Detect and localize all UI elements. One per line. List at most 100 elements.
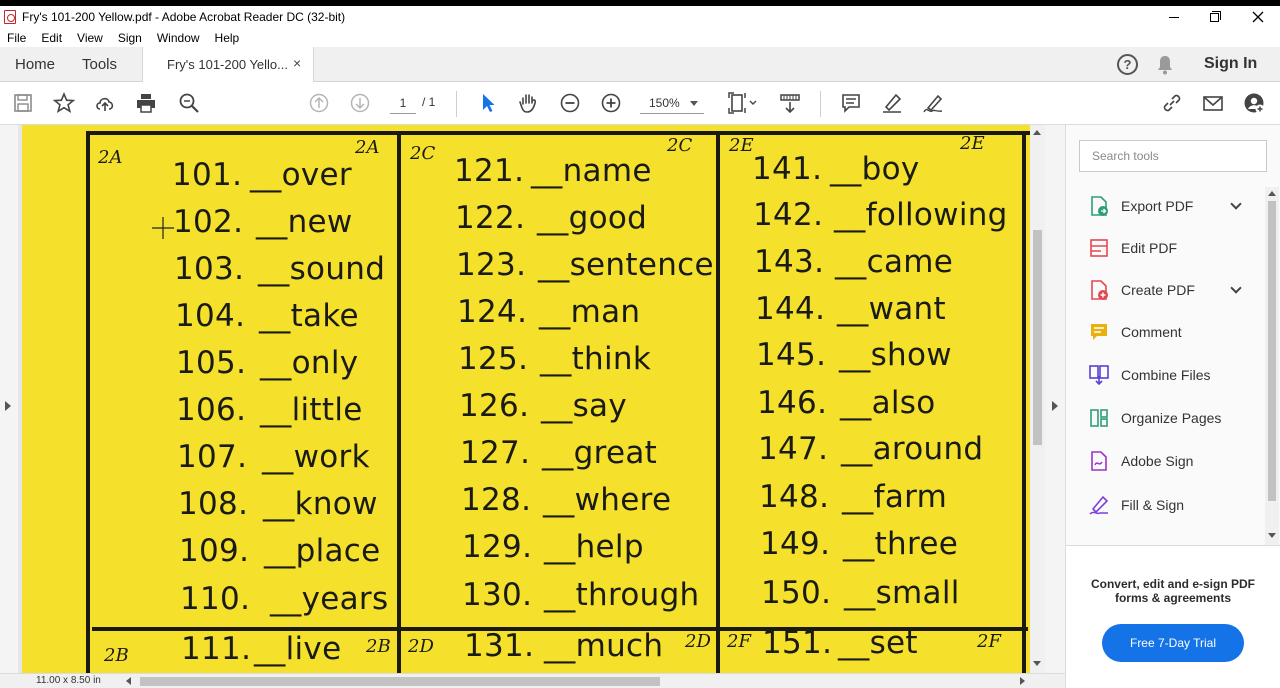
previous-page-button[interactable]	[307, 91, 331, 115]
scroll-down-arrow-icon[interactable]	[1268, 533, 1276, 538]
right-panel-toggle[interactable]	[1045, 125, 1065, 673]
cloud-upload-icon	[96, 97, 114, 111]
scroll-up-arrow-icon[interactable]	[1268, 191, 1276, 196]
menu-view[interactable]: View	[77, 31, 103, 45]
word-number: 105.	[176, 345, 247, 381]
left-panel-toggle[interactable]	[0, 125, 18, 673]
adobe-sign-icon	[1091, 451, 1107, 471]
tools-scrollbar[interactable]	[1265, 187, 1279, 545]
save-button[interactable]	[11, 91, 35, 115]
close-tab-button[interactable]: ×	[293, 55, 301, 71]
sight-word: __boy	[830, 151, 920, 187]
sight-word: __live	[254, 631, 342, 667]
sight-word: __work	[262, 439, 370, 475]
comment-button[interactable]	[839, 91, 863, 115]
section-code: 2D	[685, 631, 711, 652]
sight-word: __around	[841, 431, 984, 467]
select-tool-button[interactable]	[476, 91, 500, 115]
menu-sign[interactable]: Sign	[118, 31, 142, 45]
section-code: 2E	[960, 133, 985, 154]
zoom-level-select[interactable]: 150%	[640, 92, 704, 114]
section-code: 2B	[366, 636, 391, 657]
window-title: Fry's 101-200 Yellow.pdf - Adobe Acrobat…	[22, 10, 346, 24]
highlight-button[interactable]	[880, 91, 904, 115]
next-page-button[interactable]	[348, 91, 372, 115]
sight-word: __came	[835, 244, 954, 280]
pdf-page[interactable]: 2A 2A 2C 2C 2E 2E 2B 2B 2D 2D 2F 2F 101.…	[22, 125, 1030, 673]
sign-in-button[interactable]: Sign In	[1204, 55, 1257, 73]
sight-word: __sentence	[538, 247, 714, 283]
page-display-button[interactable]	[727, 91, 759, 115]
menu-file[interactable]: File	[7, 31, 26, 45]
maximize-button[interactable]	[1192, 6, 1236, 28]
menu-edit[interactable]: Edit	[41, 31, 62, 45]
sight-word: __farm	[842, 479, 948, 515]
scroll-down-arrow-icon[interactable]	[1033, 661, 1041, 666]
chevron-down-icon[interactable]	[1230, 282, 1242, 294]
tab-document[interactable]: Fry's 101-200 Yello... ×	[142, 47, 314, 82]
bookmark-button[interactable]	[52, 91, 76, 115]
trial-promo: Convert, edit and e-sign PDF forms & agr…	[1066, 545, 1280, 688]
word-number: 106.	[176, 392, 247, 428]
scroll-up-arrow-icon[interactable]	[1033, 130, 1041, 135]
hand-tool-button[interactable]	[516, 91, 540, 115]
scrollbar-thumb[interactable]	[1033, 230, 1042, 445]
minimize-button[interactable]	[1152, 6, 1196, 28]
tool-export-pdf[interactable]: Export PDF	[1088, 193, 1263, 219]
scroll-right-arrow-icon[interactable]	[1020, 677, 1025, 685]
find-button[interactable]	[177, 91, 201, 115]
sight-word: __years	[270, 581, 389, 617]
scrollbar-thumb[interactable]	[1268, 201, 1276, 501]
tool-comment[interactable]: Comment	[1088, 319, 1263, 345]
combine-files-icon	[1089, 365, 1109, 386]
notification-bell-icon[interactable]	[1156, 55, 1174, 75]
sight-word: __new	[256, 204, 353, 240]
star-icon	[53, 92, 75, 114]
tool-edit-pdf[interactable]: Edit PDF	[1088, 235, 1263, 261]
zoom-out-button[interactable]	[558, 91, 582, 115]
tab-home[interactable]: Home	[15, 56, 55, 73]
tab-tools[interactable]: Tools	[82, 56, 117, 73]
scroll-mode-button[interactable]	[778, 91, 802, 115]
share-link-button[interactable]	[1160, 91, 1184, 115]
tool-label: Combine Files	[1121, 367, 1211, 383]
sight-word: __small	[844, 575, 960, 611]
sight-word: __man	[539, 294, 641, 330]
scroll-left-arrow-icon[interactable]	[126, 677, 131, 685]
page-number-input[interactable]: 1	[390, 92, 416, 114]
tool-organize-pages[interactable]: Organize Pages	[1088, 405, 1263, 431]
email-button[interactable]	[1201, 91, 1225, 115]
share-user-button[interactable]	[1242, 91, 1266, 115]
section-code: 2E	[729, 135, 754, 156]
sign-button[interactable]	[921, 91, 945, 115]
chevron-down-icon[interactable]	[1230, 198, 1242, 210]
tool-create-pdf[interactable]: Create PDF	[1088, 277, 1263, 303]
upload-button[interactable]	[93, 91, 117, 115]
menu-bar: File Edit View Sign Window Help	[0, 28, 1280, 47]
menu-window[interactable]: Window	[157, 31, 200, 45]
word-number: 102.	[173, 204, 244, 240]
horizontal-scrollbar-thumb[interactable]	[140, 677, 660, 686]
tool-adobe-sign[interactable]: Adobe Sign	[1088, 448, 1263, 474]
section-code: 2A	[98, 147, 123, 168]
vertical-scrollbar[interactable]	[1030, 125, 1045, 673]
sight-word: __want	[837, 291, 946, 327]
tool-combine-files[interactable]: Combine Files	[1088, 362, 1263, 388]
sight-word: __help	[544, 529, 644, 565]
print-button[interactable]	[134, 91, 158, 115]
free-trial-button[interactable]: Free 7-Day Trial	[1102, 624, 1244, 662]
sight-word: __over	[250, 157, 352, 193]
acrobat-window: Fry's 101-200 Yellow.pdf - Adobe Acrobat…	[0, 0, 1280, 688]
zoom-in-button[interactable]	[599, 91, 623, 115]
word-number: 150.	[761, 575, 832, 611]
menu-help[interactable]: Help	[215, 31, 240, 45]
search-tools-input[interactable]: Search tools	[1079, 140, 1267, 172]
table-left-border	[86, 131, 90, 673]
sight-word: __sound	[258, 251, 386, 287]
word-number: 111.	[181, 631, 252, 667]
mail-icon	[1203, 96, 1223, 111]
column-divider	[716, 131, 720, 673]
close-window-button[interactable]	[1236, 6, 1280, 28]
tool-fill-sign[interactable]: Fill & Sign	[1088, 492, 1263, 518]
help-icon[interactable]: ?	[1117, 54, 1138, 75]
